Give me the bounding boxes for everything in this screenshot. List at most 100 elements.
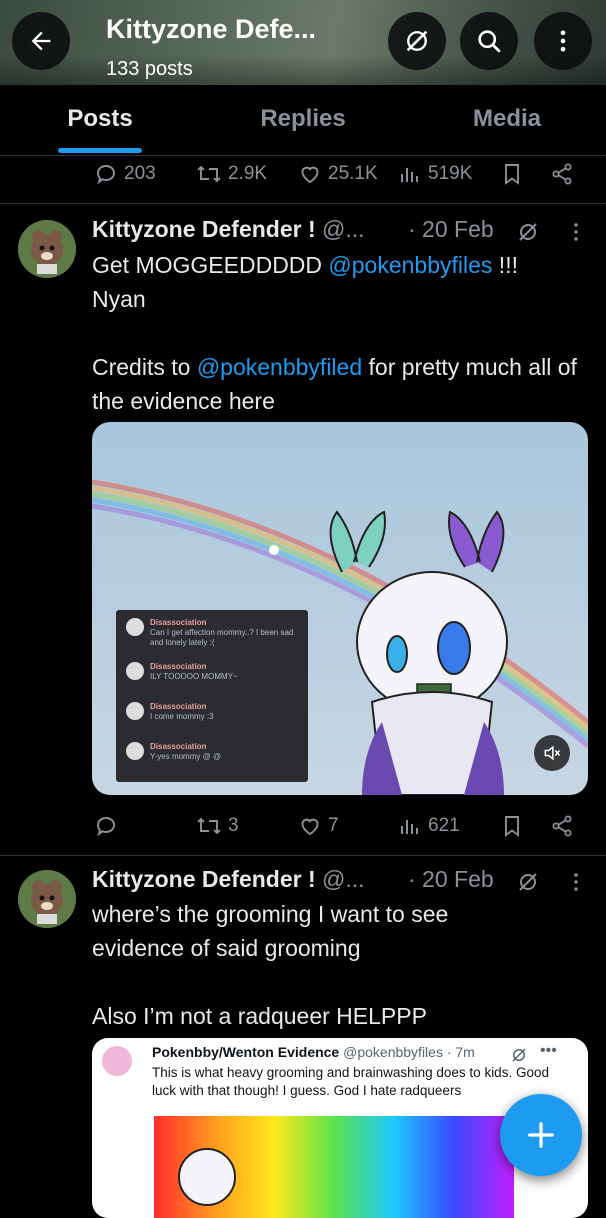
profile-tabs: Posts Replies Media: [0, 85, 606, 155]
profile-name-title: Kittyzone Defe...: [106, 14, 317, 44]
repost-button[interactable]: 3: [196, 806, 239, 846]
grok-icon: [512, 1048, 526, 1062]
chat-message: Disassociation ILY TOOOOO MOMMY~: [126, 662, 238, 682]
share-icon: [552, 163, 572, 185]
chat-message: Disassociation I come mommy :3: [126, 702, 214, 722]
more-icon: •••: [540, 1042, 557, 1059]
chat-text: ILY TOOOOO MOMMY~: [150, 672, 238, 681]
quote-author-name: Pokenbby/Wenton Evidence: [152, 1044, 340, 1060]
avatar[interactable]: [18, 220, 76, 278]
views-count: 519K: [428, 163, 473, 184]
chat-user: Disassociation: [150, 742, 207, 751]
text-segment: Get MOGGEEDDDDD: [92, 252, 329, 278]
chat-user: Disassociation: [150, 618, 207, 627]
reply-count: 203: [124, 163, 156, 184]
avatar: [102, 1046, 132, 1076]
like-count: 25.1K: [328, 163, 378, 184]
share-button[interactable]: [550, 154, 574, 194]
share-button[interactable]: [550, 806, 574, 846]
quote-author-handle: @pokenbbyfiles · 7m: [343, 1044, 475, 1060]
previous-tweet-actions: 203 2.9K 25.1K 519K: [0, 154, 606, 194]
character-art: [178, 1148, 236, 1206]
chat-user: Disassociation: [150, 702, 207, 711]
active-tab-indicator: [58, 148, 142, 153]
avatar: [126, 742, 144, 760]
compose-button[interactable]: [500, 1094, 582, 1176]
like-count: 7: [328, 815, 339, 836]
text-segment: Credits to: [92, 354, 197, 380]
text-segment: !!!: [492, 252, 518, 278]
tweet-date[interactable]: · 20 Feb: [408, 216, 494, 243]
mute-button[interactable]: [534, 735, 570, 771]
grok-button[interactable]: [388, 12, 446, 70]
author-name[interactable]: Kittyzone Defender !: [92, 866, 316, 892]
quote-text: This is what heavy grooming and brainwas…: [152, 1065, 549, 1098]
bookmark-button[interactable]: [500, 806, 524, 846]
bookmark-icon: [505, 164, 519, 185]
more-vertical-icon[interactable]: [566, 220, 586, 244]
reply-icon: [97, 817, 115, 837]
text-line: where’s the grooming I want to see: [92, 901, 449, 927]
more-options-button[interactable]: [534, 12, 592, 70]
avatar-image: [18, 220, 76, 278]
tweet[interactable]: Kittyzone Defender ! @... · 20 Feb Get M…: [0, 204, 606, 854]
author-handle[interactable]: @...: [322, 216, 365, 242]
tweet-video[interactable]: Disassociation Can I get affection mommy.…: [92, 422, 588, 795]
reply-icon: [97, 165, 115, 185]
views-button[interactable]: 621: [398, 806, 460, 846]
repost-icon: [197, 165, 221, 183]
tweet-text: where’s the grooming I want to see evide…: [92, 897, 582, 1033]
search-icon: [478, 30, 501, 53]
chat-message: Disassociation Y-yes mommy @ @: [126, 742, 221, 762]
mention-link[interactable]: @pokenbbyfiles: [328, 252, 492, 278]
tab-media[interactable]: Media: [417, 105, 597, 133]
author-name[interactable]: Kittyzone Defender !: [92, 216, 316, 242]
heart-icon: [301, 166, 319, 184]
quote-image: [154, 1116, 514, 1218]
avatar: [126, 702, 144, 720]
avatar-image: [18, 870, 76, 928]
grok-icon[interactable]: [516, 870, 540, 894]
chat-text: I come mommy :3: [150, 712, 214, 721]
chat-screenshot: Disassociation Can I get affection mommy.…: [116, 610, 308, 782]
mention-link[interactable]: @pokenbbyfiled: [197, 354, 362, 380]
views-button[interactable]: 519K: [398, 154, 472, 194]
avatar: [126, 662, 144, 680]
bookmark-button[interactable]: [500, 154, 524, 194]
bookmark-icon: [505, 816, 519, 837]
share-icon: [552, 815, 572, 837]
like-button[interactable]: 25.1K: [298, 154, 378, 194]
post-count: 133 posts: [106, 58, 193, 80]
text-line: Also I’m not a radqueer HELPPP: [92, 1003, 427, 1029]
chat-text: Can I get affection mommy..? I been sad …: [150, 628, 294, 647]
views-count: 621: [428, 815, 460, 836]
tab-replies[interactable]: Replies: [213, 105, 393, 133]
tweet-date[interactable]: · 20 Feb: [408, 866, 494, 893]
quote-header: Pokenbby/Wenton Evidence @pokenbbyfiles …: [152, 1044, 475, 1060]
reply-button[interactable]: [94, 806, 124, 846]
text-line: evidence of said grooming: [92, 935, 361, 961]
muted-speaker-icon: [544, 745, 561, 761]
avatar[interactable]: [18, 870, 76, 928]
views-chart-icon: [401, 168, 418, 182]
tweet-text: Get MOGGEEDDDDD @pokenbbyfiles !!! Nyan …: [92, 248, 582, 418]
repost-button[interactable]: 2.9K: [196, 154, 267, 194]
chat-message: Disassociation Can I get affection mommy.…: [126, 618, 300, 648]
grok-icon: [406, 30, 428, 52]
chat-user: Disassociation: [150, 662, 207, 671]
grok-icon[interactable]: [516, 220, 540, 244]
search-button[interactable]: [460, 12, 518, 70]
more-vertical-icon[interactable]: [566, 870, 586, 894]
repost-icon: [197, 817, 221, 835]
repost-count: 3: [228, 815, 239, 836]
like-button[interactable]: 7: [298, 806, 339, 846]
tweet-header: Kittyzone Defender ! @...: [92, 866, 365, 893]
author-handle[interactable]: @...: [322, 866, 365, 892]
tweet-header: Kittyzone Defender ! @...: [92, 216, 365, 243]
reply-button[interactable]: 203: [94, 154, 156, 194]
text-line: Nyan: [92, 286, 146, 312]
back-button[interactable]: [12, 12, 70, 70]
tab-posts[interactable]: Posts: [10, 105, 190, 133]
heart-icon: [301, 818, 319, 836]
back-arrow-icon: [31, 31, 51, 51]
